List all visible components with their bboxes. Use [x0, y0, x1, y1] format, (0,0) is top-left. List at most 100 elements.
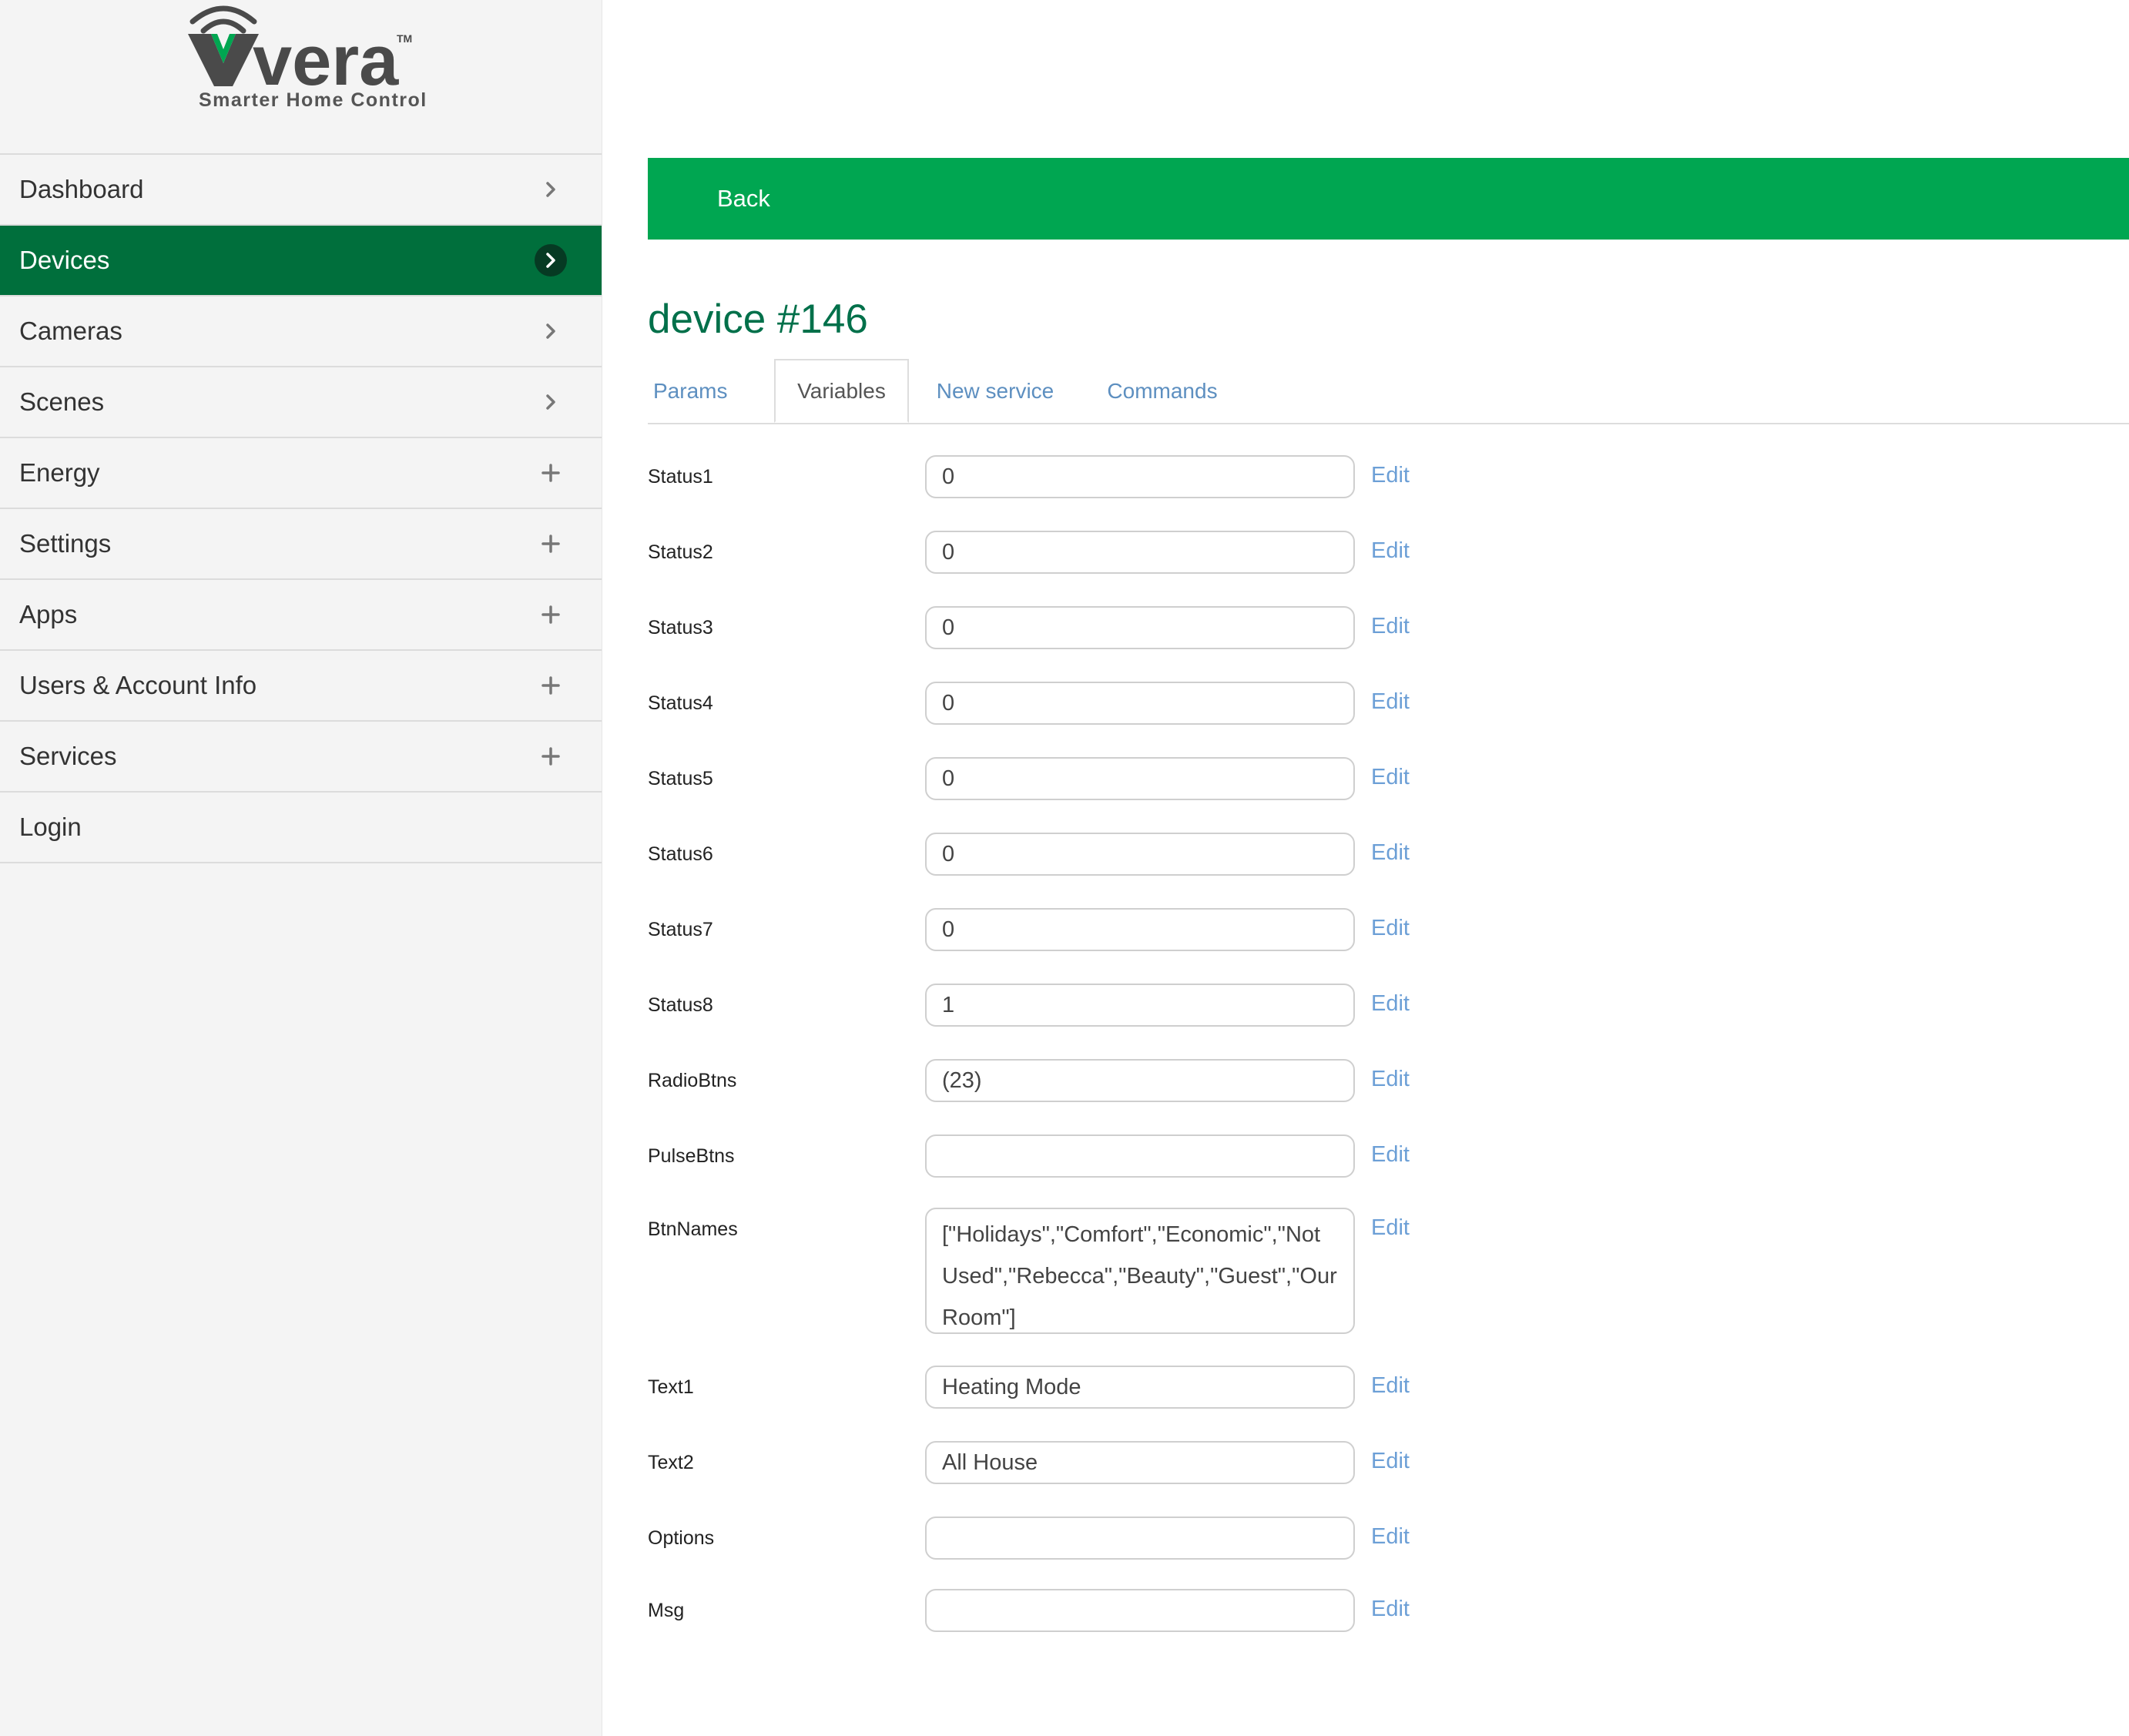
- sidebar-item-dashboard[interactable]: Dashboard: [0, 155, 602, 226]
- variable-value-input[interactable]: All House: [925, 1441, 1355, 1484]
- edit-link[interactable]: Edit: [1371, 614, 1410, 639]
- plus-icon[interactable]: [535, 457, 567, 489]
- variable-name: Status4: [648, 692, 713, 714]
- variable-row: Options Edit: [648, 1516, 1495, 1560]
- tab-bar: Params Variables New service Commands: [648, 359, 2129, 424]
- edit-link[interactable]: Edit: [1371, 1067, 1410, 1092]
- variable-value-input[interactable]: ["Holidays","Comfort","Economic","Not Us…: [925, 1208, 1355, 1334]
- variable-name: Status7: [648, 919, 713, 940]
- sidebar-item-cameras[interactable]: Cameras: [0, 297, 602, 367]
- variable-name: Status3: [648, 617, 713, 638]
- variable-name: Status8: [648, 994, 713, 1016]
- variable-value-input[interactable]: 0: [925, 682, 1355, 725]
- variable-row: Status5 0 Edit: [648, 757, 1495, 800]
- sidebar-item-label: Energy: [19, 458, 100, 487]
- sidebar-item-label: Devices: [19, 246, 110, 274]
- variable-row: Status4 0 Edit: [648, 682, 1495, 725]
- variable-name: PulseBtns: [648, 1145, 735, 1167]
- edit-link[interactable]: Edit: [1371, 1449, 1410, 1474]
- edit-link[interactable]: Edit: [1371, 991, 1410, 1017]
- variable-value-input[interactable]: (23): [925, 1059, 1355, 1102]
- variable-row: Msg Edit: [648, 1589, 1495, 1632]
- variable-row: Text2 All House Edit: [648, 1441, 1495, 1484]
- edit-link[interactable]: Edit: [1371, 916, 1410, 941]
- sidebar-item-users-account-info[interactable]: Users & Account Info: [0, 651, 602, 722]
- variable-name: Status1: [648, 466, 713, 488]
- variable-name: RadioBtns: [648, 1070, 737, 1091]
- variable-value-input[interactable]: 0: [925, 908, 1355, 951]
- sidebar-item-scenes[interactable]: Scenes: [0, 367, 602, 438]
- variable-row: Status8 1 Edit: [648, 984, 1495, 1027]
- edit-link[interactable]: Edit: [1371, 1373, 1410, 1399]
- back-label: Back: [717, 185, 770, 212]
- variable-value-input[interactable]: 0: [925, 455, 1355, 498]
- edit-link[interactable]: Edit: [1371, 538, 1410, 564]
- variable-name: Text1: [648, 1376, 694, 1398]
- sidebar-item-label: Services: [19, 742, 117, 770]
- variable-row: Status2 0 Edit: [648, 531, 1495, 574]
- sidebar-item-services[interactable]: Services: [0, 722, 602, 793]
- tab-params[interactable]: Params: [653, 359, 727, 423]
- edit-link[interactable]: Edit: [1371, 765, 1410, 790]
- sidebar-item-label: Dashboard: [19, 175, 144, 203]
- sidebar-item-label: Login: [19, 813, 82, 841]
- vera-logo[interactable]: vera TM Smarter Home Control: [0, 0, 602, 153]
- tab-new-service[interactable]: New service: [925, 359, 1065, 423]
- sidebar-item-label: Settings: [19, 529, 112, 558]
- variable-name: Status5: [648, 768, 713, 789]
- variable-row: PulseBtns Edit: [648, 1134, 1495, 1178]
- wifi-logo-icon: vera TM: [188, 5, 412, 92]
- variable-name: BtnNames: [648, 1218, 738, 1240]
- sidebar-nav: Dashboard Devices Cameras Scenes Energy Setti…: [0, 153, 602, 863]
- tab-commands[interactable]: Commands: [1091, 359, 1233, 423]
- chevron-right-icon[interactable]: [535, 173, 567, 206]
- sidebar-item-settings[interactable]: Settings: [0, 509, 602, 580]
- sidebar-item-apps[interactable]: Apps: [0, 580, 602, 651]
- variable-row: Status6 0 Edit: [648, 833, 1495, 876]
- variable-row: Status7 0 Edit: [648, 908, 1495, 951]
- variable-value-input[interactable]: [925, 1516, 1355, 1560]
- edit-link[interactable]: Edit: [1371, 1142, 1410, 1168]
- logo-word: vera: [253, 22, 399, 92]
- logo-tagline: Smarter Home Control: [199, 89, 427, 111]
- sidebar-item-label: Scenes: [19, 387, 105, 416]
- edit-link[interactable]: Edit: [1371, 1215, 1410, 1241]
- variable-name: Options: [648, 1527, 715, 1549]
- variable-value-input[interactable]: [925, 1589, 1355, 1632]
- variable-name: Status2: [648, 541, 713, 563]
- variable-value-input[interactable]: 0: [925, 606, 1355, 649]
- page-title: device #146: [648, 297, 868, 342]
- plus-icon[interactable]: [535, 528, 567, 560]
- edit-link[interactable]: Edit: [1371, 1597, 1410, 1622]
- variable-value-input[interactable]: 0: [925, 757, 1355, 800]
- chevron-right-icon[interactable]: [535, 315, 567, 347]
- variable-value-input[interactable]: 1: [925, 984, 1355, 1027]
- edit-link[interactable]: Edit: [1371, 463, 1410, 488]
- tab-variables[interactable]: Variables: [774, 359, 909, 423]
- sidebar-item-energy[interactable]: Energy: [0, 438, 602, 509]
- variable-value-input[interactable]: 0: [925, 531, 1355, 574]
- variable-row: Status3 0 Edit: [648, 606, 1495, 649]
- edit-link[interactable]: Edit: [1371, 689, 1410, 715]
- sidebar-item-label: Cameras: [19, 317, 122, 345]
- variable-row: RadioBtns (23) Edit: [648, 1059, 1495, 1102]
- variable-row: Text1 Heating Mode Edit: [648, 1366, 1495, 1409]
- sidebar: vera TM Smarter Home Control Dashboard De…: [0, 0, 602, 1736]
- edit-link[interactable]: Edit: [1371, 1524, 1410, 1550]
- sidebar-item-devices[interactable]: Devices: [0, 226, 602, 297]
- edit-link[interactable]: Edit: [1371, 840, 1410, 866]
- variable-value-input[interactable]: Heating Mode: [925, 1366, 1355, 1409]
- sidebar-item-label: Apps: [19, 600, 78, 628]
- plus-icon[interactable]: [535, 740, 567, 772]
- variable-row: Status1 0 Edit: [648, 455, 1495, 498]
- sidebar-item-login[interactable]: Login: [0, 793, 602, 863]
- variable-name: Text2: [648, 1452, 694, 1473]
- plus-icon[interactable]: [535, 598, 567, 631]
- variable-value-input[interactable]: 0: [925, 833, 1355, 876]
- variable-name: Msg: [648, 1600, 685, 1621]
- plus-icon[interactable]: [535, 669, 567, 702]
- variable-value-input[interactable]: [925, 1134, 1355, 1178]
- back-button[interactable]: Back: [648, 158, 2129, 240]
- chevron-right-icon[interactable]: [535, 244, 567, 276]
- chevron-right-icon[interactable]: [535, 386, 567, 418]
